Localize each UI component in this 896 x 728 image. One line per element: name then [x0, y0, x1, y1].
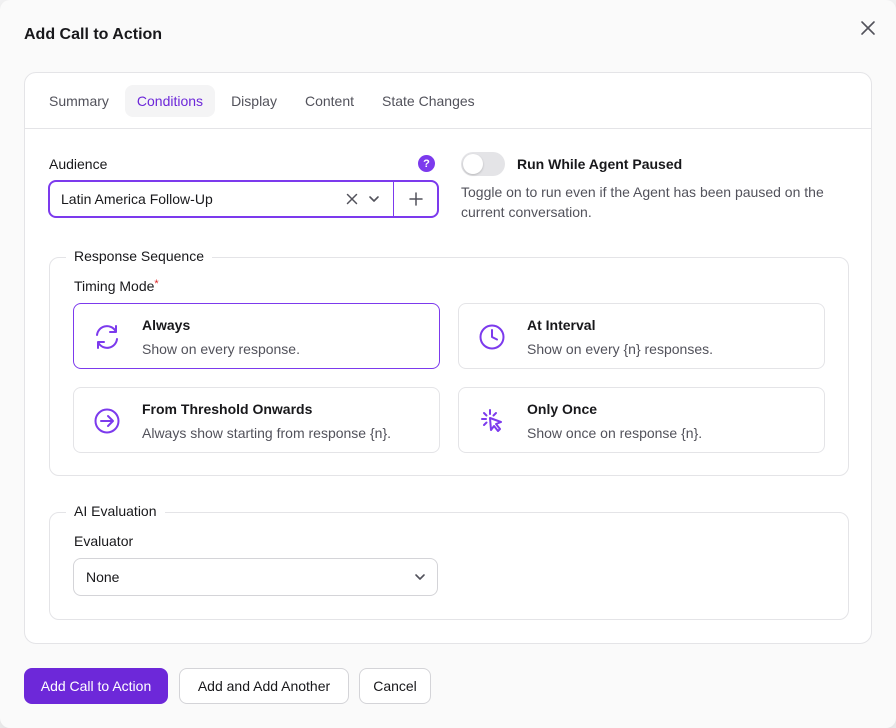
run-while-paused-toggle[interactable] [461, 152, 505, 176]
audience-label: Audience [49, 156, 108, 172]
timing-mode-text: Timing Mode [74, 278, 155, 294]
evaluator-value: None [86, 569, 120, 585]
clear-icon [346, 193, 358, 205]
clock-icon [479, 324, 505, 350]
ai-evaluation-legend: AI Evaluation [66, 503, 165, 519]
form-panel: Summary Conditions Display Content State… [24, 72, 872, 644]
evaluator-label: Evaluator [74, 533, 134, 549]
option-description: Show on every response. [142, 341, 300, 357]
add-audience-button[interactable] [394, 181, 437, 217]
timing-option-at-interval[interactable]: At Interval Show on every {n} responses. [458, 303, 825, 369]
arrow-right-circle-icon [94, 408, 120, 434]
option-title: Only Once [527, 401, 598, 417]
chevron-down-icon [415, 574, 425, 580]
close-icon [861, 21, 875, 35]
option-description: Show once on response {n}. [527, 425, 703, 441]
tab-state-changes[interactable]: State Changes [370, 85, 487, 117]
add-call-to-action-button[interactable]: Add Call to Action [24, 668, 168, 704]
plus-icon [408, 192, 423, 206]
tab-display[interactable]: Display [219, 85, 289, 117]
option-description: Always show starting from response {n}. [142, 425, 392, 441]
tab-content[interactable]: Content [293, 85, 366, 117]
help-icon[interactable]: ? [418, 155, 435, 172]
add-cta-modal: Add Call to Action Summary Conditions Di… [0, 0, 896, 728]
required-mark: * [154, 278, 159, 290]
response-sequence-group: Response Sequence Timing Mode* Always Sh… [49, 248, 849, 476]
ai-evaluation-group: AI Evaluation Evaluator None [49, 503, 849, 620]
timing-option-from-threshold[interactable]: From Threshold Onwards Always show start… [73, 387, 440, 453]
toggle-knob [463, 154, 483, 174]
evaluator-dropdown-toggle[interactable] [403, 571, 437, 583]
close-button[interactable] [856, 16, 880, 40]
option-description: Show on every {n} responses. [527, 341, 714, 357]
timing-option-always[interactable]: Always Show on every response. [73, 303, 440, 369]
tab-bar: Summary Conditions Display Content State… [25, 73, 871, 129]
response-sequence-legend: Response Sequence [66, 248, 212, 264]
evaluator-select[interactable]: None [73, 558, 438, 596]
audience-dropdown-toggle[interactable] [363, 188, 385, 210]
modal-title: Add Call to Action [24, 26, 163, 43]
cancel-button[interactable]: Cancel [359, 668, 431, 704]
option-title: Always [142, 317, 191, 333]
clear-selection-button[interactable] [341, 188, 363, 210]
tab-summary[interactable]: Summary [37, 85, 121, 117]
refresh-icon [96, 325, 118, 349]
timing-mode-label: Timing Mode* [74, 278, 159, 294]
add-and-add-another-button[interactable]: Add and Add Another [179, 668, 349, 704]
chevron-down-icon [369, 196, 379, 202]
click-pointer-icon [481, 409, 502, 432]
audience-select[interactable]: Latin America Follow-Up [48, 180, 439, 218]
tab-conditions[interactable]: Conditions [124, 84, 216, 117]
audience-value: Latin America Follow-Up [61, 191, 213, 207]
run-while-paused-label: Run While Agent Paused [517, 156, 683, 172]
option-title: At Interval [527, 317, 596, 333]
run-while-paused-description: Toggle on to run even if the Agent has b… [461, 184, 824, 220]
option-title: From Threshold Onwards [142, 401, 313, 417]
timing-option-only-once[interactable]: Only Once Show once on response {n}. [458, 387, 825, 453]
